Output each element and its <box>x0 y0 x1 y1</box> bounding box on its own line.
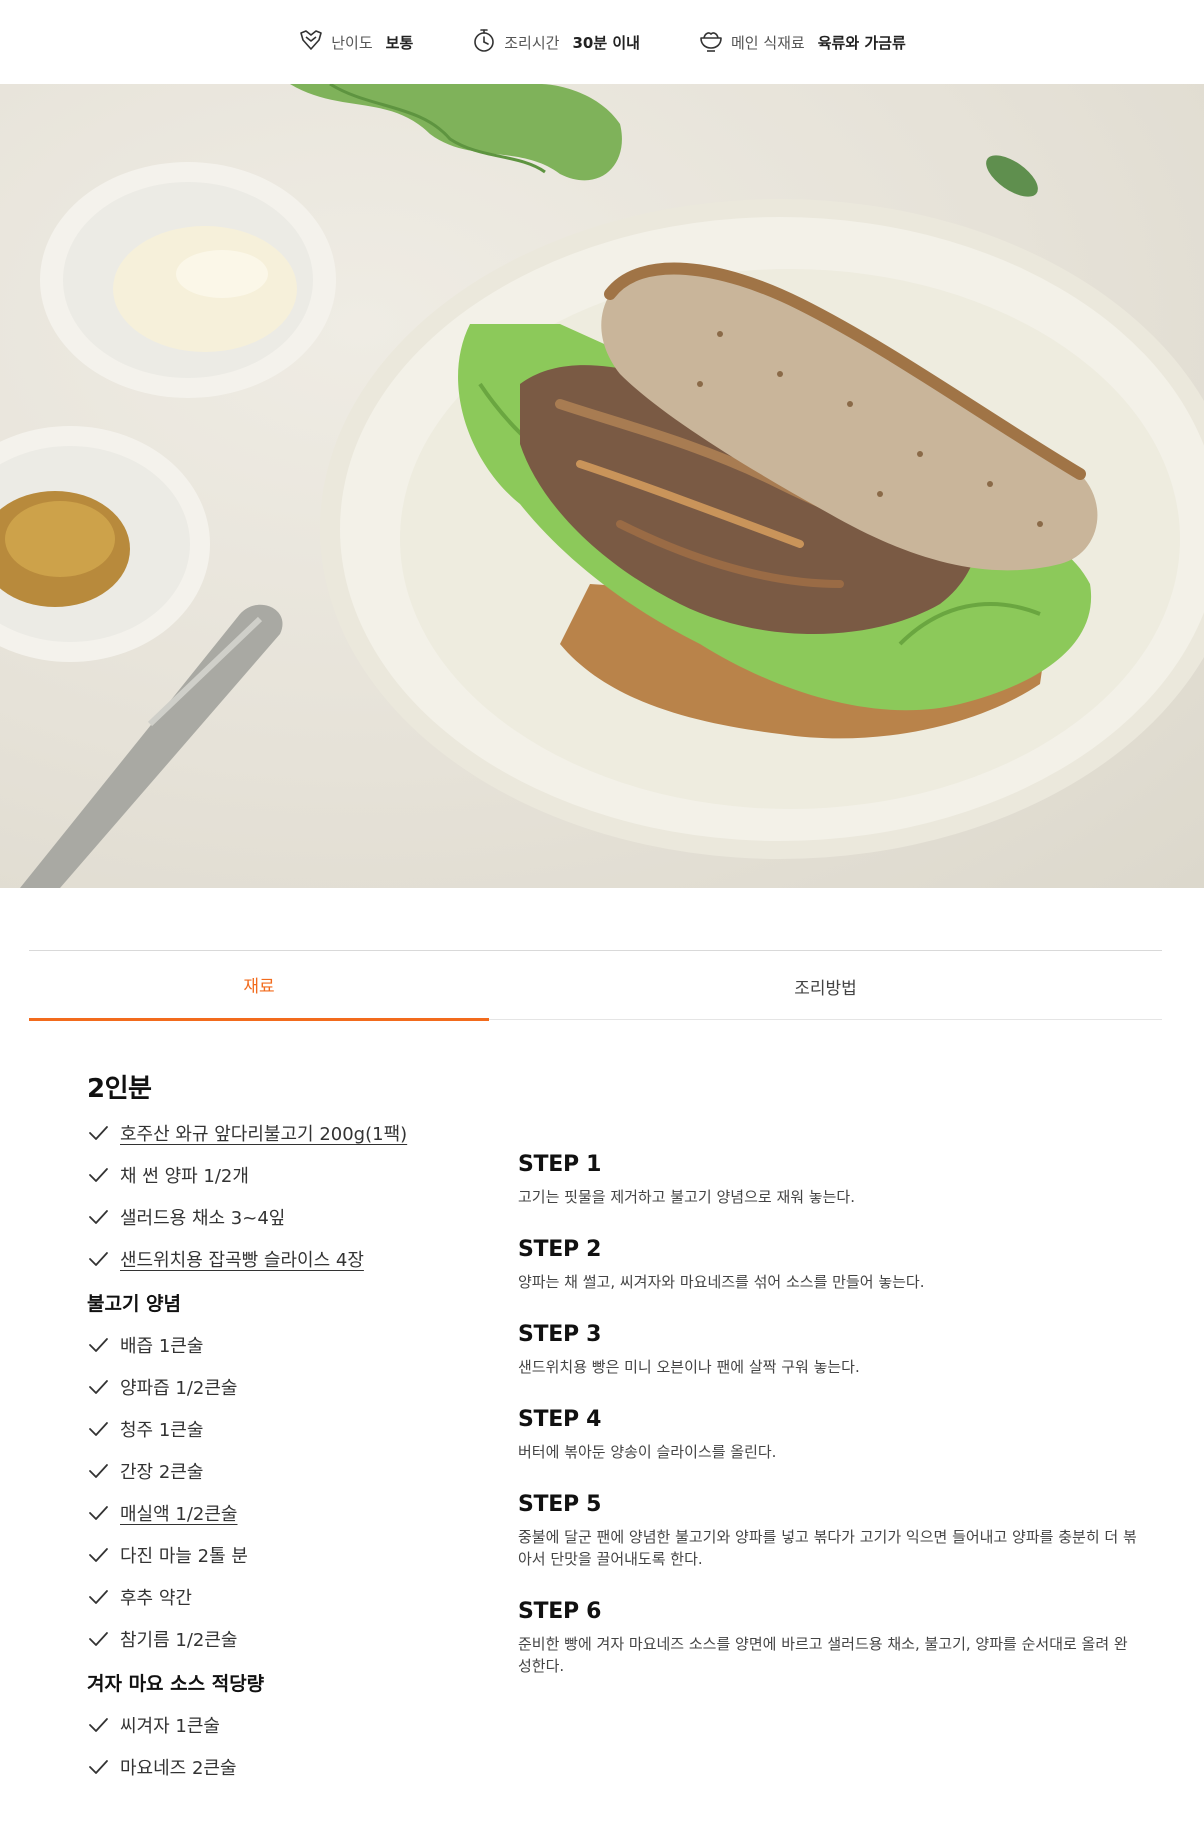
main-ingredient-label: 메인 식재료 <box>730 33 805 52</box>
step-description: 고기는 핏물을 제거하고 불고기 양념으로 재워 놓는다. <box>518 1188 855 1206</box>
check-icon <box>89 1464 108 1478</box>
cook-time-value: 30분 이내 <box>572 33 640 52</box>
ingredient-item: 샌드위치용 잡곡빵 슬라이스 4장 <box>87 1238 487 1280</box>
step-description: 버터에 볶아둔 양송이 슬라이스를 올린다. <box>518 1443 777 1461</box>
difficulty-icon <box>298 27 324 57</box>
mustard-mayo-list: 씨겨자 1큰술 마요네즈 2큰술 <box>87 1704 487 1788</box>
step-description: 샌드위치용 빵은 미니 오븐이나 팬에 살짝 구워 놓는다. <box>518 1358 860 1376</box>
step-description: 준비한 빵에 겨자 마요네즈 소스를 양면에 바르고 샐러드용 채소, 불고기,… <box>518 1635 1128 1675</box>
recipe-tabs: 재료 조리방법 <box>29 950 1162 1021</box>
cooking-steps: STEP 1 고기는 핏물을 제거하고 불고기 양념으로 재워 놓는다. STE… <box>518 1152 1138 1706</box>
ingredient-link[interactable]: 호주산 와규 앞다리불고기 200g(1팩) <box>120 1120 407 1146</box>
tab-ingredients[interactable]: 재료 <box>29 951 489 1021</box>
step-title: STEP 2 <box>518 1237 602 1262</box>
step-item: STEP 1 고기는 핏물을 제거하고 불고기 양념으로 재워 놓는다. <box>518 1152 1138 1208</box>
check-icon <box>89 1380 108 1394</box>
check-icon <box>89 1506 108 1520</box>
check-icon <box>89 1210 108 1224</box>
ingredient-text: 참기름 1/2큰술 <box>120 1630 238 1651</box>
meta-cook-time: 조리시간 30분 이내 <box>471 27 640 57</box>
cook-time-label: 조리시간 <box>504 33 560 52</box>
ingredient-item: 양파즙 1/2큰술 <box>87 1366 487 1408</box>
ingredient-text: 씨겨자 1큰술 <box>120 1716 220 1737</box>
check-icon <box>89 1252 108 1266</box>
step-title: STEP 3 <box>518 1322 602 1347</box>
ingredient-item: 마요네즈 2큰술 <box>87 1746 487 1788</box>
meta-difficulty: 난이도 보통 <box>298 27 413 57</box>
ingredient-text: 샐러드용 채소 3~4잎 <box>120 1208 286 1229</box>
ingredient-group-title: 겨자 마요 소스 적당량 <box>87 1672 265 1695</box>
step-item: STEP 2 양파는 채 썰고, 씨겨자와 마요네즈를 섞어 소스를 만들어 놓… <box>518 1237 1138 1293</box>
ingredient-item: 씨겨자 1큰술 <box>87 1704 487 1746</box>
ingredient-item: 샐러드용 채소 3~4잎 <box>87 1196 487 1238</box>
step-item: STEP 5 중불에 달군 팬에 양념한 불고기와 양파를 넣고 볶다가 고기가… <box>518 1492 1138 1570</box>
main-ingredient-value: 육류와 가금류 <box>817 33 906 52</box>
main-ingredient-list: 호주산 와규 앞다리불고기 200g(1팩) 채 썬 양파 1/2개 샐러드용 … <box>87 1112 487 1280</box>
step-description: 중불에 달군 팬에 양념한 불고기와 양파를 넣고 볶다가 고기가 익으면 들어… <box>518 1528 1137 1568</box>
difficulty-label: 난이도 <box>331 33 373 52</box>
bowl-icon <box>698 27 724 57</box>
check-icon <box>89 1338 108 1352</box>
ingredients-panel: 2인분 호주산 와규 앞다리불고기 200g(1팩) 채 썬 양파 1/2개 샐… <box>87 1068 487 1788</box>
step-title: STEP 1 <box>518 1152 602 1177</box>
ingredient-item: 후추 약간 <box>87 1576 487 1618</box>
step-item: STEP 6 준비한 빵에 겨자 마요네즈 소스를 양면에 바르고 샐러드용 채… <box>518 1599 1138 1677</box>
servings-title: 2인분 <box>87 1074 152 1104</box>
ingredient-text: 채 썬 양파 1/2개 <box>120 1166 249 1187</box>
tab-cooking-method[interactable]: 조리방법 <box>489 951 1162 1021</box>
recipe-hero-photo <box>0 84 1204 888</box>
step-item: STEP 4 버터에 볶아둔 양송이 슬라이스를 올린다. <box>518 1407 1138 1463</box>
ingredient-item: 매실액 1/2큰술 <box>87 1492 487 1534</box>
bulgogi-marinade-list: 배즙 1큰술 양파즙 1/2큰술 청주 1큰술 간장 2큰술 매실액 1/2큰술… <box>87 1324 487 1660</box>
check-icon <box>89 1590 108 1604</box>
step-title: STEP 6 <box>518 1599 602 1624</box>
recipe-meta-bar: 난이도 보통 조리시간 30분 이내 메인 식재료 육류와 가금류 <box>0 0 1204 84</box>
ingredient-item: 배즙 1큰술 <box>87 1324 487 1366</box>
check-icon <box>89 1126 108 1140</box>
step-title: STEP 5 <box>518 1492 602 1517</box>
check-icon <box>89 1168 108 1182</box>
ingredient-item: 간장 2큰술 <box>87 1450 487 1492</box>
timer-icon <box>471 27 497 57</box>
ingredient-item: 호주산 와규 앞다리불고기 200g(1팩) <box>87 1112 487 1154</box>
ingredient-item: 참기름 1/2큰술 <box>87 1618 487 1660</box>
ingredient-text: 청주 1큰술 <box>120 1420 204 1441</box>
check-icon <box>89 1422 108 1436</box>
ingredient-text: 배즙 1큰술 <box>120 1336 204 1357</box>
ingredient-text: 양파즙 1/2큰술 <box>120 1378 238 1399</box>
ingredient-text: 다진 마늘 2톨 분 <box>120 1546 248 1567</box>
ingredient-text: 마요네즈 2큰술 <box>120 1758 237 1779</box>
check-icon <box>89 1760 108 1774</box>
step-title: STEP 4 <box>518 1407 602 1432</box>
ingredient-text: 간장 2큰술 <box>120 1462 204 1483</box>
check-icon <box>89 1548 108 1562</box>
ingredient-text: 후추 약간 <box>120 1588 192 1609</box>
meta-main-ingredient: 메인 식재료 육류와 가금류 <box>698 27 906 57</box>
ingredient-group-title: 불고기 양념 <box>87 1292 182 1315</box>
ingredient-link[interactable]: 샌드위치용 잡곡빵 슬라이스 4장 <box>120 1246 364 1272</box>
check-icon <box>89 1718 108 1732</box>
ingredient-item: 채 썬 양파 1/2개 <box>87 1154 487 1196</box>
check-icon <box>89 1632 108 1646</box>
step-item: STEP 3 샌드위치용 빵은 미니 오븐이나 팬에 살짝 구워 놓는다. <box>518 1322 1138 1378</box>
difficulty-value: 보통 <box>385 33 414 52</box>
ingredient-item: 청주 1큰술 <box>87 1408 487 1450</box>
step-description: 양파는 채 썰고, 씨겨자와 마요네즈를 섞어 소스를 만들어 놓는다. <box>518 1273 925 1291</box>
ingredient-item: 다진 마늘 2톨 분 <box>87 1534 487 1576</box>
ingredient-link[interactable]: 매실액 1/2큰술 <box>120 1500 238 1526</box>
